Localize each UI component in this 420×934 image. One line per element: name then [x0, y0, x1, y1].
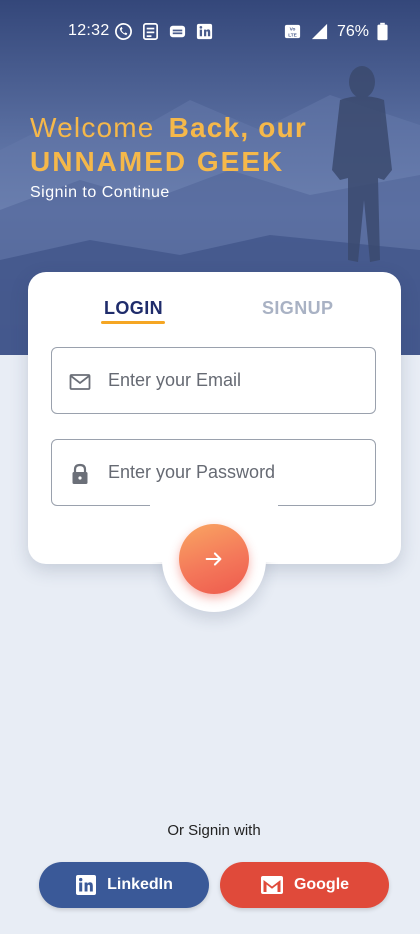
- user-name: UNNAMED GEEK: [30, 146, 285, 177]
- google-button[interactable]: Google: [220, 862, 389, 908]
- svg-text:Vo: Vo: [290, 27, 296, 33]
- linkedin-label: LinkedIn: [107, 876, 173, 893]
- status-bar: 12:32 Vo LTE 76%: [0, 0, 420, 62]
- tab-signup[interactable]: SIGNUP: [262, 298, 333, 319]
- welcome-subtitle: Signin to Continue: [30, 184, 170, 201]
- tab-login-indicator: [101, 321, 165, 324]
- welcome-heading: Welcome Back, our: [30, 112, 307, 144]
- linkedin-logo-icon: [76, 875, 97, 895]
- message-icon: [169, 25, 186, 38]
- email-input[interactable]: [108, 348, 363, 413]
- whatsapp-icon: [115, 23, 132, 40]
- welcome-back-text: Back, our: [168, 112, 307, 143]
- google-label: Google: [293, 876, 350, 893]
- lock-icon: [72, 463, 88, 484]
- notes-icon: [142, 23, 159, 40]
- submit-button[interactable]: [179, 524, 249, 594]
- battery-percent: 76%: [336, 22, 369, 40]
- email-field[interactable]: [51, 347, 376, 414]
- status-time: 12:32: [68, 22, 110, 39]
- signal-icon: [311, 23, 328, 40]
- welcome-text: Welcome: [30, 112, 155, 143]
- gmail-icon: [260, 876, 283, 894]
- password-input[interactable]: [108, 440, 363, 505]
- tab-login[interactable]: LOGIN: [104, 298, 163, 319]
- svg-text:LTE: LTE: [288, 32, 297, 38]
- battery-icon: [377, 22, 388, 41]
- notification-icons: [114, 22, 214, 41]
- system-icons: Vo LTE 76%: [283, 22, 388, 41]
- mail-icon: [69, 374, 91, 390]
- arrow-right-icon: [205, 552, 222, 566]
- volte-icon: Vo LTE: [284, 24, 301, 38]
- linkedin-icon: [196, 23, 213, 40]
- linkedin-button[interactable]: LinkedIn: [39, 862, 209, 908]
- password-field[interactable]: [51, 439, 376, 506]
- or-signin-text: Or Signin with: [167, 822, 261, 839]
